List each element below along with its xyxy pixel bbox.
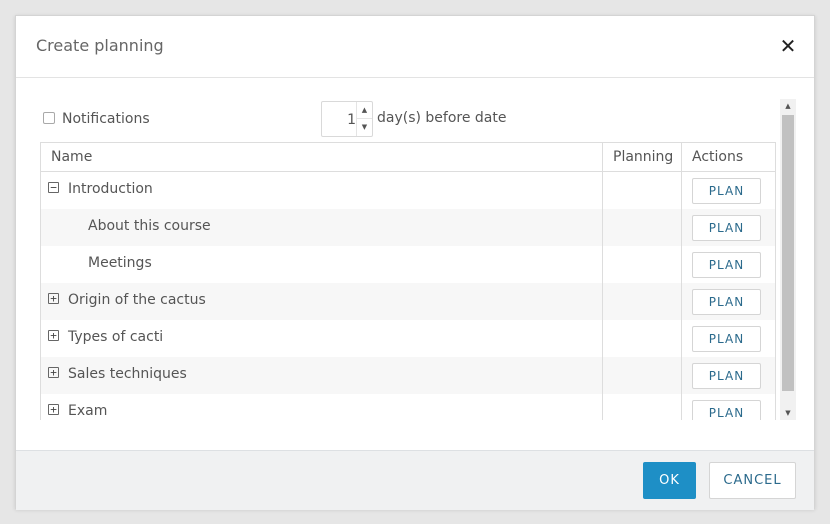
plus-square-icon[interactable]: + (48, 367, 59, 378)
plus-square-icon[interactable]: + (48, 293, 59, 304)
row-planning-cell (603, 357, 682, 394)
notifications-bar: Notifications 1 ▲ ▼ day(s) before date (40, 100, 780, 140)
row-actions-cell: PLAN (682, 394, 775, 420)
row-name: Exam (68, 403, 108, 419)
table-row: About this course PLAN (41, 209, 775, 246)
plus-square-icon[interactable]: + (48, 330, 59, 341)
row-name-cell: About this course (41, 209, 603, 246)
minus-square-icon[interactable]: − (48, 182, 59, 193)
column-header-actions-label: Actions (692, 149, 744, 165)
row-name: Origin of the cactus (68, 292, 206, 308)
column-header-name: Name (41, 143, 603, 171)
stepper-down-icon[interactable]: ▼ (356, 119, 372, 136)
plan-button[interactable]: PLAN (692, 178, 761, 204)
table-header-row: Name Planning Actions (41, 143, 775, 172)
days-value[interactable]: 1 (322, 112, 356, 128)
row-actions-cell: PLAN (682, 246, 775, 283)
row-planning-cell (603, 209, 682, 246)
row-actions-cell: PLAN (682, 209, 775, 246)
row-name-cell: + Origin of the cactus (41, 283, 603, 320)
plan-button[interactable]: PLAN (692, 363, 761, 389)
stepper-up-icon[interactable]: ▲ (356, 102, 372, 119)
column-header-planning: Planning (603, 143, 682, 171)
row-name-cell: + Types of cacti (41, 320, 603, 357)
row-actions-cell: PLAN (682, 172, 775, 209)
ok-button[interactable]: OK (643, 462, 696, 499)
table-row: + Exam PLAN (41, 394, 775, 420)
column-header-actions: Actions (682, 143, 775, 171)
row-name: Meetings (88, 255, 152, 271)
cancel-button[interactable]: CANCEL (709, 462, 796, 499)
planning-table: Name Planning Actions − Introduction PLAN A… (40, 142, 776, 420)
row-name: Introduction (68, 181, 153, 197)
row-planning-cell (603, 172, 682, 209)
row-name-cell: + Sales techniques (41, 357, 603, 394)
row-name: Sales techniques (68, 366, 187, 382)
row-name: Types of cacti (68, 329, 164, 345)
row-actions-cell: PLAN (682, 357, 775, 394)
scrollbar-thumb[interactable] (782, 115, 794, 391)
plan-button[interactable]: PLAN (692, 400, 761, 420)
plan-button[interactable]: PLAN (692, 289, 761, 315)
scroll-up-icon[interactable]: ▲ (780, 99, 796, 113)
dialog-footer: OK CANCEL (16, 450, 814, 510)
row-planning-cell (603, 394, 682, 420)
table-row: + Types of cacti PLAN (41, 320, 775, 357)
days-before-label: day(s) before date (377, 110, 507, 126)
days-stepper[interactable]: 1 ▲ ▼ (321, 101, 373, 137)
row-name: About this course (88, 218, 211, 234)
row-actions-cell: PLAN (682, 283, 775, 320)
planning-grid: Name Planning Actions − Introduction PLAN A… (40, 142, 776, 420)
row-actions-cell: PLAN (682, 320, 775, 357)
column-header-planning-label: Planning (613, 149, 674, 165)
plan-button[interactable]: PLAN (692, 326, 761, 352)
table-scrollbar[interactable]: ▲ ▼ (780, 99, 796, 420)
create-planning-dialog: Create planning ✕ Notifications 1 ▲ ▼ da… (15, 15, 815, 510)
dialog-title: Create planning (36, 36, 164, 55)
dialog-header: Create planning ✕ (16, 16, 814, 78)
table-row: + Sales techniques PLAN (41, 357, 775, 394)
plus-square-icon[interactable]: + (48, 404, 59, 415)
row-planning-cell (603, 283, 682, 320)
table-row: + Origin of the cactus PLAN (41, 283, 775, 320)
plan-button[interactable]: PLAN (692, 252, 761, 278)
row-planning-cell (603, 246, 682, 283)
table-row: − Introduction PLAN (41, 172, 775, 209)
column-header-name-label: Name (51, 149, 93, 165)
notifications-checkbox[interactable] (43, 112, 55, 124)
scroll-down-icon[interactable]: ▼ (780, 406, 796, 420)
row-planning-cell (603, 320, 682, 357)
plan-button[interactable]: PLAN (692, 215, 761, 241)
notifications-label: Notifications (62, 111, 150, 127)
row-name-cell: − Introduction (41, 172, 603, 209)
row-name-cell: + Exam (41, 394, 603, 420)
table-row: Meetings PLAN (41, 246, 775, 283)
row-name-cell: Meetings (41, 246, 603, 283)
close-icon[interactable]: ✕ (776, 34, 800, 58)
